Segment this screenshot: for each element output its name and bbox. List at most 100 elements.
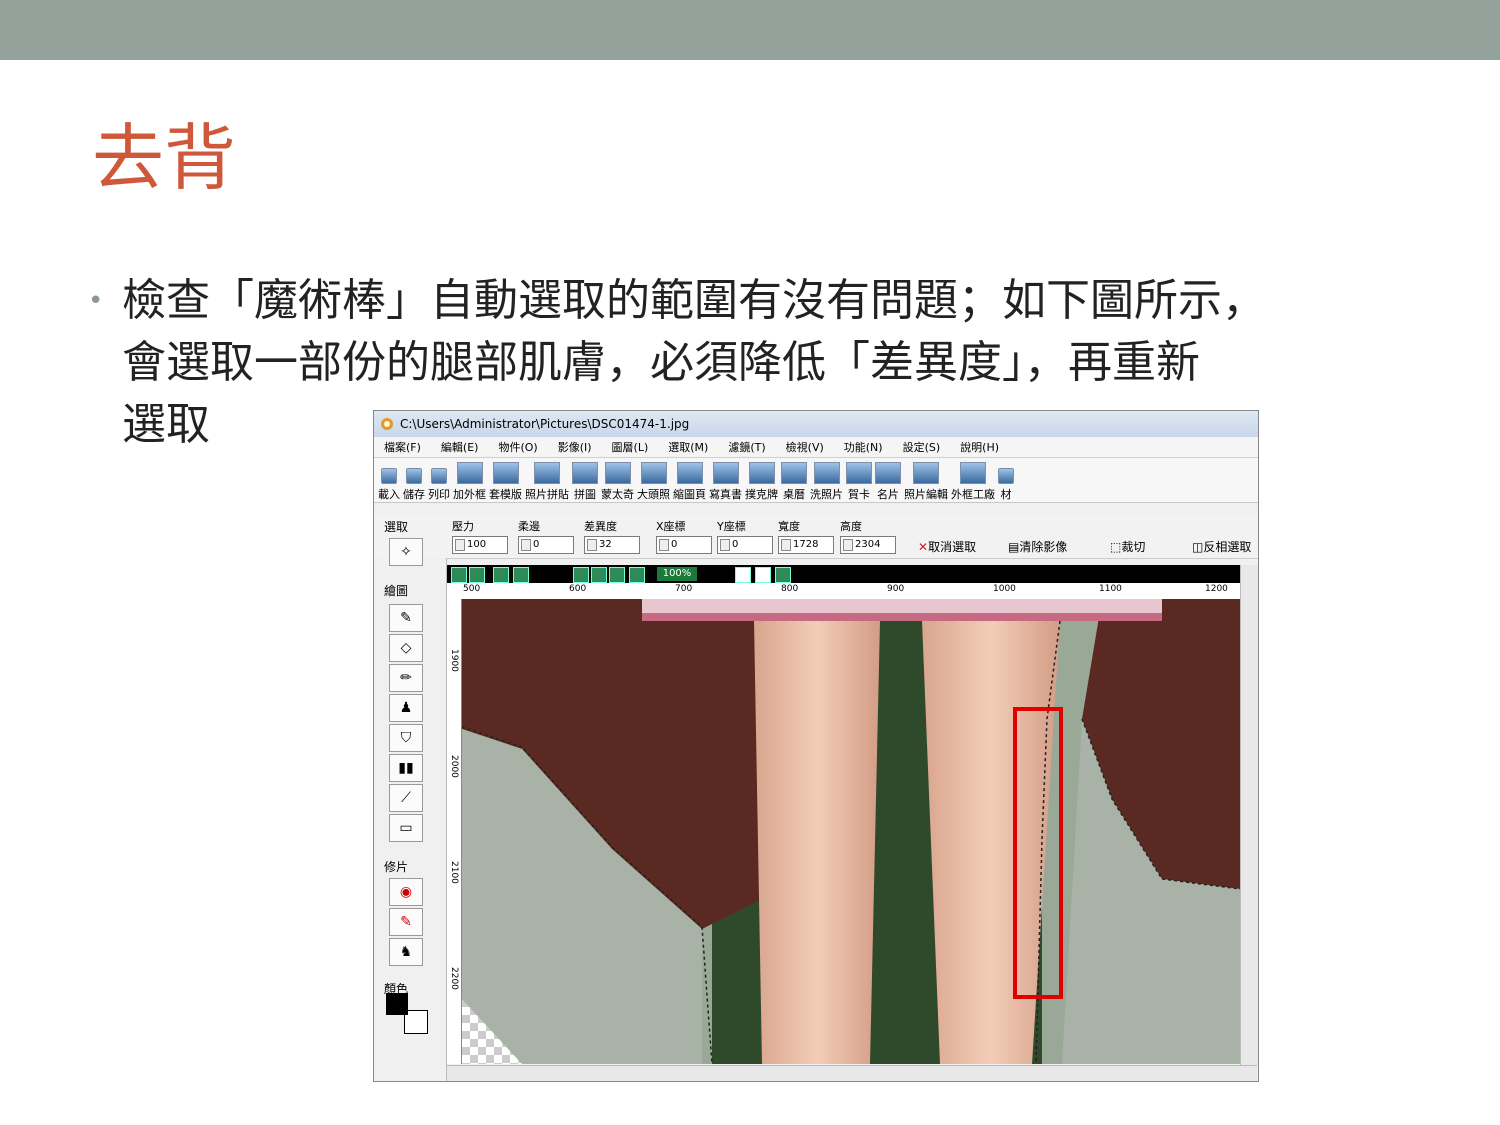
vertical-ruler: 1900 2000 2100 2200 (447, 599, 462, 1064)
ruler-tick: 1000 (993, 584, 1016, 594)
height-stepper[interactable]: 2304 (840, 536, 896, 554)
zoom-out-icon[interactable] (591, 567, 607, 583)
stamp-tool[interactable]: ♟ (389, 694, 423, 722)
zoom-level: 100% (657, 567, 697, 581)
print-photo-button[interactable]: 洗照片 (810, 462, 843, 502)
fill-tool[interactable]: ⛉ (389, 724, 423, 752)
magic-wand-icon: ✧ (400, 544, 412, 560)
tolerance-stepper[interactable]: 32 (584, 536, 640, 554)
tolerance-label: 差異度 (584, 520, 617, 533)
image-canvas[interactable] (462, 599, 1240, 1064)
menu-bar: 檔案(F) 編輯(E) 物件(O) 影像(I) 圖層(L) 選取(M) 濾鏡(T… (374, 437, 1258, 458)
calendar-icon (781, 462, 807, 484)
ruler-tick: 1900 (449, 649, 459, 672)
gradient-tool[interactable]: ▮▮ (389, 754, 423, 782)
poker-card-button[interactable]: 撲克牌 (745, 462, 778, 502)
fit-window-icon[interactable] (609, 567, 625, 583)
puzzle-button[interactable]: 拼圖 (572, 462, 598, 502)
layer-icon[interactable] (493, 567, 509, 583)
selection-marquee-icon[interactable] (775, 567, 791, 583)
height-label: 高度 (840, 520, 862, 533)
photo-edit-button[interactable]: 照片編輯 (904, 462, 948, 502)
ruler-tick: 800 (781, 584, 799, 594)
deselect-button[interactable]: ✕取消選取 (918, 538, 976, 555)
load-button[interactable]: 載入 (378, 468, 400, 502)
ruler-tick: 600 (569, 584, 587, 594)
menu-help[interactable]: 說明(H) (950, 439, 1009, 455)
pressure-stepper[interactable]: 100 (452, 536, 508, 554)
photo-editor-window: C:\Users\Administrator\Pictures\DSC01474… (373, 410, 1259, 1082)
menu-filter[interactable]: 濾鏡(T) (718, 439, 775, 455)
template-button[interactable]: 套模版 (489, 462, 522, 502)
greeting-card-button[interactable]: 賀卡 (846, 462, 872, 502)
zoom-in-icon[interactable] (573, 567, 589, 583)
print-button[interactable]: 列印 (428, 468, 450, 502)
crop-button[interactable]: ⬚裁切 (1110, 538, 1145, 555)
menu-settings[interactable]: 設定(S) (893, 439, 951, 455)
width-stepper[interactable]: 1728 (778, 536, 834, 554)
material-icon (998, 468, 1014, 484)
foreground-color-swatch[interactable] (386, 993, 408, 1015)
add-frame-button[interactable]: 加外框 (453, 462, 486, 502)
business-card-button[interactable]: 名片 (875, 462, 901, 502)
eraser-tool[interactable]: ◇ (389, 634, 423, 662)
gradient-icon: ▮▮ (398, 760, 414, 776)
eyedropper-tool[interactable]: ⟋ (389, 784, 423, 812)
slide-title: 去背 (92, 116, 237, 200)
menu-view[interactable]: 檢視(V) (776, 439, 834, 455)
cards-icon (748, 462, 775, 484)
frame-factory-button[interactable]: 外框工廠 (951, 462, 995, 502)
pencil-tool[interactable]: ✏ (389, 664, 423, 692)
pressure-label: 壓力 (452, 520, 474, 533)
menu-image[interactable]: 影像(I) (548, 439, 602, 455)
vertical-scrollbar[interactable] (1240, 565, 1258, 1065)
puzzle-icon (572, 462, 598, 484)
feather-stepper[interactable]: 0 (518, 536, 574, 554)
bullet-line: 檢查「魔術棒」自動選取的範圍有沒有問題；如下圖所示， (122, 275, 1266, 326)
menu-object[interactable]: 物件(O) (488, 439, 547, 455)
save-button[interactable]: 儲存 (403, 468, 425, 502)
montage-button[interactable]: 蒙太奇 (601, 462, 634, 502)
montage-icon (604, 462, 631, 484)
id-photo-button[interactable]: 大頭照 (637, 462, 670, 502)
book-icon (712, 462, 739, 484)
material-button[interactable]: 材 (998, 468, 1014, 502)
redo-icon[interactable] (469, 567, 485, 583)
calendar-button[interactable]: 桌曆 (781, 462, 807, 502)
width-label: 寬度 (778, 520, 800, 533)
clone-tool[interactable]: ♞ (389, 938, 423, 966)
brush-tool[interactable]: ✎ (389, 604, 423, 632)
menu-edit[interactable]: 編輯(E) (431, 439, 489, 455)
frame-factory-icon (960, 462, 986, 484)
menu-select[interactable]: 選取(M) (658, 439, 718, 455)
horizontal-scrollbar[interactable] (447, 1065, 1257, 1081)
pointer-icon[interactable] (735, 567, 751, 583)
rectangle-tool[interactable]: ▭ (389, 814, 423, 842)
brush-icon: ✎ (400, 610, 412, 626)
info-icon[interactable] (513, 567, 529, 583)
y-coord-label: Y座標 (717, 520, 746, 533)
invert-selection-button[interactable]: ◫反相選取 (1192, 538, 1251, 555)
thumbnail-page-button[interactable]: 縮圖頁 (673, 462, 706, 502)
template-icon (492, 462, 519, 484)
menu-function[interactable]: 功能(N) (834, 439, 893, 455)
invert-icon: ◫ (1192, 540, 1204, 554)
magic-wand-tool[interactable]: ✧ (389, 538, 423, 566)
actual-size-icon[interactable] (629, 567, 645, 583)
photo-book-button[interactable]: 寫真書 (709, 462, 742, 502)
retouch-brush-tool[interactable]: ✎ (389, 908, 423, 936)
red-eye-icon: ◉ (399, 884, 413, 900)
collage-icon (534, 462, 560, 484)
business-card-icon (875, 462, 901, 484)
y-coord-stepper[interactable]: 0 (717, 536, 773, 554)
window-titlebar[interactable]: C:\Users\Administrator\Pictures\DSC01474… (374, 411, 1258, 437)
hand-icon[interactable] (755, 567, 771, 583)
x-coord-stepper[interactable]: 0 (656, 536, 712, 554)
red-eye-tool[interactable]: ◉ (389, 878, 423, 906)
undo-icon[interactable] (451, 567, 467, 583)
printer-icon (431, 468, 447, 484)
collage-button[interactable]: 照片拼貼 (525, 462, 569, 502)
menu-file[interactable]: 檔案(F) (374, 439, 431, 455)
menu-layer[interactable]: 圖層(L) (602, 439, 659, 455)
clear-image-button[interactable]: ▤清除影像 (1008, 538, 1067, 555)
